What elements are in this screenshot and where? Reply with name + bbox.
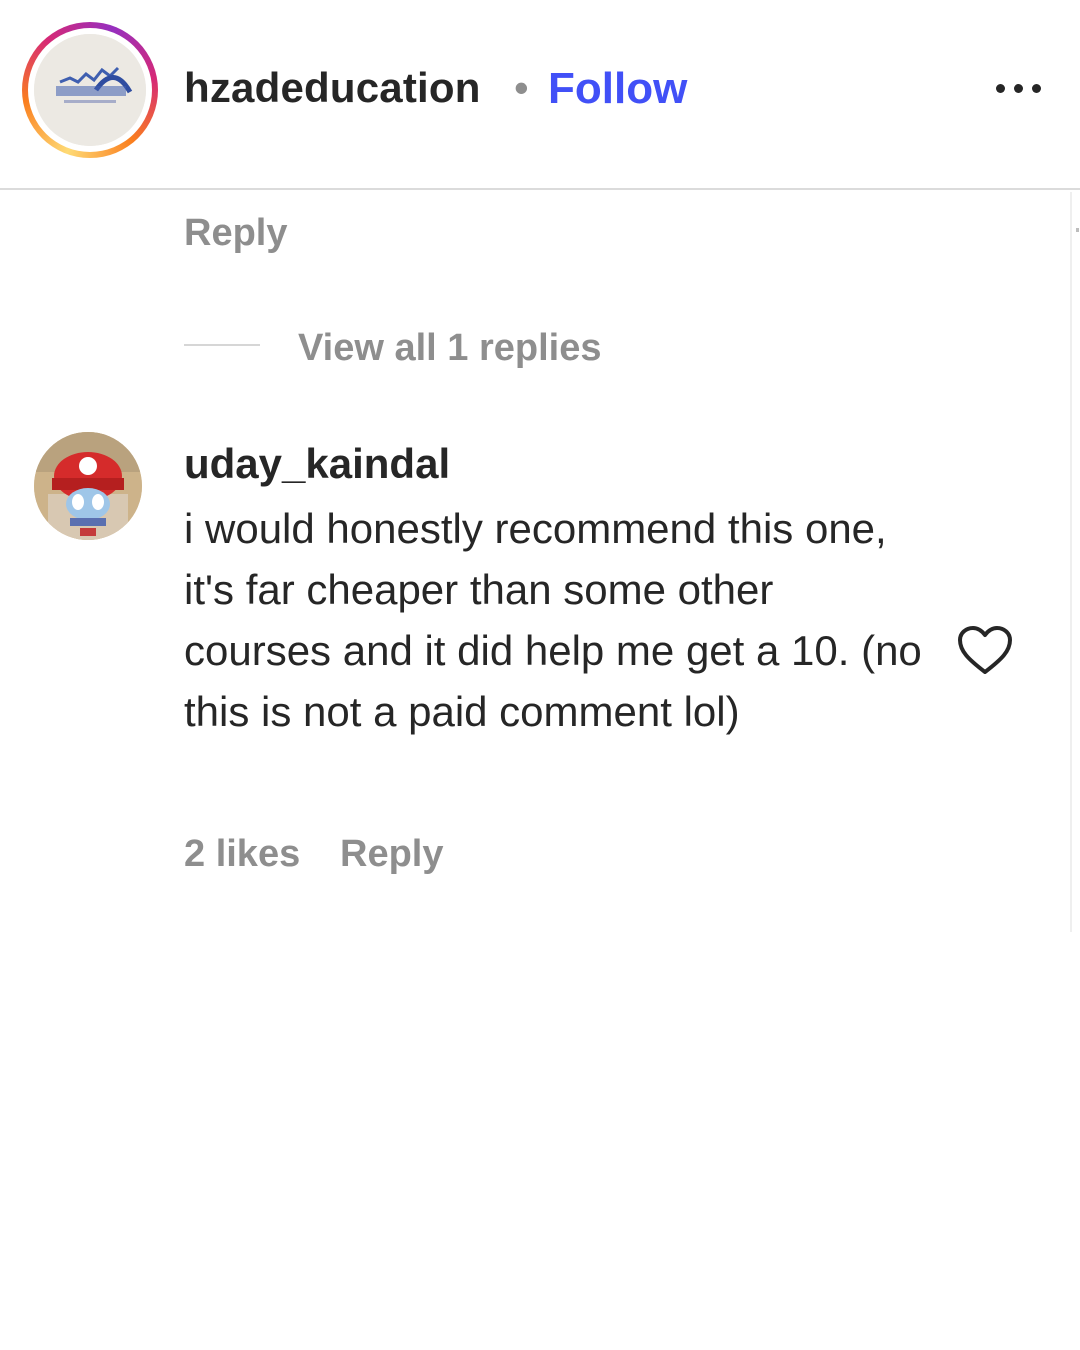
replies-divider-line — [184, 344, 260, 346]
brand-logo-icon — [34, 34, 146, 146]
commenter-username[interactable]: uday_kaindal — [184, 440, 450, 488]
header-username[interactable]: hzadeducation — [184, 64, 481, 112]
brand-avatar[interactable] — [34, 34, 146, 146]
heart-outline-icon[interactable] — [956, 624, 1014, 676]
scrollbar-thumb[interactable] — [1076, 228, 1079, 232]
mario-avatar-icon — [34, 432, 142, 540]
previous-comment-reply-button[interactable]: Reply — [184, 212, 287, 255]
story-ring[interactable] — [22, 22, 158, 158]
comment-text: i would honestly recommend this one, it'… — [184, 505, 922, 735]
comment-reply-button[interactable]: Reply — [340, 833, 443, 876]
likes-count[interactable]: 2 likes — [184, 833, 300, 876]
view-replies-button[interactable]: View all 1 replies — [298, 327, 601, 370]
post-header: hzadeducation • Follow — [0, 0, 1080, 190]
comments-scrollbar[interactable] — [1070, 192, 1080, 932]
more-dot — [1014, 84, 1023, 93]
story-ring-gap — [28, 28, 152, 152]
heart-outline-svg — [958, 626, 1012, 674]
follow-button[interactable]: Follow — [548, 64, 687, 114]
commenter-avatar[interactable] — [34, 432, 142, 540]
more-options-icon[interactable] — [990, 70, 1054, 110]
more-dot — [1032, 84, 1041, 93]
header-separator-dot: • — [514, 64, 529, 111]
more-dot — [996, 84, 1005, 93]
